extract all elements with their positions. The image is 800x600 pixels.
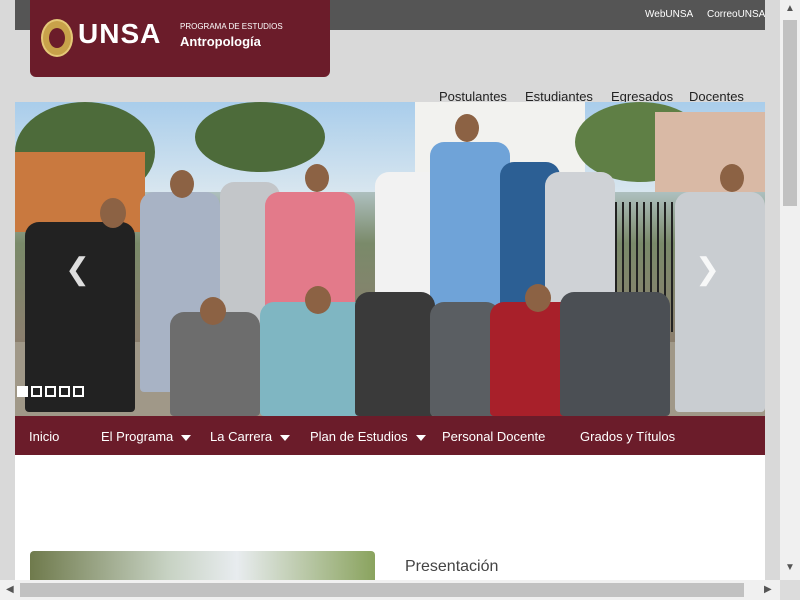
main-menu: Inicio El Programa La Carrera Plan de Es… <box>15 416 765 455</box>
carousel-indicators <box>17 384 87 402</box>
caret-down-icon <box>280 434 291 441</box>
webunsa-link[interactable]: WebUNSA <box>645 9 693 20</box>
caret-down-icon <box>415 434 426 441</box>
program-name: Antropología <box>180 34 261 49</box>
scroll-left-icon[interactable]: ◀ <box>6 584 14 595</box>
carousel-prev-icon[interactable]: ❮ <box>65 252 90 287</box>
menu-item-personal-docente[interactable]: Personal Docente <box>442 429 545 444</box>
caret-down-icon <box>181 434 192 441</box>
brand-block[interactable]: UNSA PROGRAMA DE ESTUDIOS Antropología <box>30 0 330 77</box>
horizontal-scroll-thumb[interactable] <box>20 583 744 597</box>
page: WebUNSA CorreoUNSA Postulantes Estudiant… <box>15 0 765 580</box>
university-seal-icon <box>41 19 73 57</box>
vertical-scrollbar[interactable]: ▲ ▼ <box>780 0 800 580</box>
section-title: Presentación <box>405 558 499 575</box>
menu-item-la-carrera[interactable]: La Carrera <box>210 429 291 444</box>
menu-item-el-programa[interactable]: El Programa <box>101 429 192 444</box>
menu-item-grados-y-titulos[interactable]: Grados y Títulos <box>580 429 675 444</box>
carousel-dot[interactable] <box>31 386 42 397</box>
carousel-next-icon[interactable]: ❯ <box>695 252 720 287</box>
scroll-up-icon[interactable]: ▲ <box>785 3 795 14</box>
scroll-down-icon[interactable]: ▼ <box>785 562 795 573</box>
carousel-dot[interactable] <box>59 386 70 397</box>
carousel-dot[interactable] <box>17 386 28 397</box>
horizontal-scrollbar[interactable]: ◀ ▶ <box>0 580 780 600</box>
vertical-scroll-thumb[interactable] <box>783 20 797 206</box>
scroll-right-icon[interactable]: ▶ <box>764 584 772 595</box>
menu-item-plan-de-estudios[interactable]: Plan de Estudios <box>310 429 426 444</box>
carousel-dot[interactable] <box>45 386 56 397</box>
hero-carousel[interactable]: ❮ ❯ <box>15 102 765 416</box>
logo-text: UNSA <box>78 18 162 49</box>
correounsa-link[interactable]: CorreoUNSA <box>707 9 765 20</box>
menu-item-inicio[interactable]: Inicio <box>29 429 59 444</box>
carousel-dot[interactable] <box>73 386 84 397</box>
program-label: PROGRAMA DE ESTUDIOS <box>180 22 283 31</box>
presentation-image <box>30 551 375 580</box>
